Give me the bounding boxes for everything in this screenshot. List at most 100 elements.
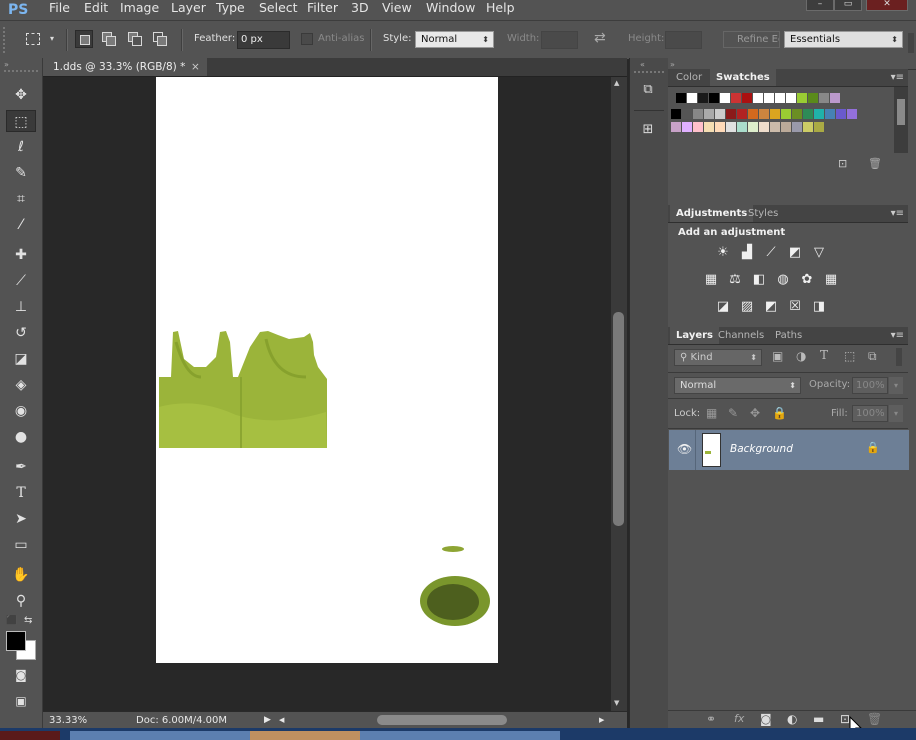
filter-smart-object-icon[interactable]: ⧉ xyxy=(868,349,877,364)
document-canvas[interactable] xyxy=(156,77,498,663)
collapse-arrows-icon[interactable]: » xyxy=(4,60,9,69)
color-swatch[interactable] xyxy=(792,109,802,119)
zoom-tool[interactable]: ⚲ xyxy=(6,590,36,612)
menu-help[interactable]: Help xyxy=(486,0,515,20)
add-selection-button[interactable] xyxy=(100,30,118,48)
menu-3d[interactable]: 3D xyxy=(351,0,369,20)
brush-tool[interactable]: ⟋ xyxy=(6,270,36,292)
close-window-button[interactable]: ✕ xyxy=(866,0,908,11)
posterize-icon[interactable]: ▨ xyxy=(738,299,756,315)
color-swatch[interactable] xyxy=(682,109,692,119)
color-swatch[interactable] xyxy=(720,93,730,103)
lock-all-icon[interactable]: 🔒 xyxy=(772,406,787,420)
panel-grip[interactable] xyxy=(634,71,664,73)
quick-select-tool[interactable]: ✎ xyxy=(6,162,36,184)
color-swatch[interactable] xyxy=(748,109,758,119)
fill-input[interactable]: 100% xyxy=(852,405,888,422)
rect-marquee-tool[interactable]: ⬚ xyxy=(6,110,36,132)
invert-icon[interactable]: ◪ xyxy=(714,299,732,315)
blend-mode-select[interactable]: Normal ⬍ xyxy=(674,377,801,394)
color-swatch[interactable] xyxy=(676,93,686,103)
hue-saturation-icon[interactable]: ▦ xyxy=(702,272,720,288)
horizontal-scroll-thumb[interactable] xyxy=(377,715,507,725)
close-tab-icon[interactable]: × xyxy=(191,58,200,76)
color-swatch[interactable] xyxy=(764,93,774,103)
color-swatch[interactable] xyxy=(770,109,780,119)
color-swatch[interactable] xyxy=(731,93,741,103)
color-swatch[interactable] xyxy=(682,122,692,132)
rectangle-tool[interactable]: ▭ xyxy=(6,534,36,556)
subtract-selection-button[interactable] xyxy=(126,30,144,48)
tab-adjustments[interactable]: Adjustments xyxy=(670,205,754,222)
filter-adjustment-icon[interactable]: ◑ xyxy=(796,349,806,363)
filter-type-icon[interactable]: T xyxy=(820,348,828,362)
feather-input[interactable]: 0 px xyxy=(237,31,290,49)
color-swatch[interactable] xyxy=(737,109,747,119)
black-white-icon[interactable]: ◧ xyxy=(750,272,768,288)
opacity-input[interactable]: 100% xyxy=(852,377,888,394)
add-mask-icon[interactable]: ◙ xyxy=(760,712,772,726)
eraser-tool[interactable]: ◪ xyxy=(6,348,36,370)
taskbar-item[interactable] xyxy=(250,731,360,740)
new-group-icon[interactable]: ▬ xyxy=(813,712,824,726)
doc-size-info[interactable]: Doc: 6.00M/4.00M xyxy=(136,712,227,729)
new-adjustment-layer-icon[interactable]: ◐ xyxy=(787,712,797,726)
type-tool[interactable]: T xyxy=(6,482,36,504)
layer-kind-filter[interactable]: ⚲ Kind ⬍ xyxy=(674,349,762,366)
color-swatch[interactable] xyxy=(775,93,785,103)
menu-file[interactable]: File xyxy=(49,0,70,20)
trash-icon[interactable]: 🗑 xyxy=(867,712,882,726)
color-swatch[interactable] xyxy=(803,122,813,132)
color-swatch[interactable] xyxy=(847,109,857,119)
color-swatch[interactable] xyxy=(693,109,703,119)
color-swatch[interactable] xyxy=(759,122,769,132)
lock-position-icon[interactable]: ✥ xyxy=(750,406,760,420)
tab-paths[interactable]: Paths xyxy=(769,327,808,344)
color-swatch[interactable] xyxy=(698,93,708,103)
gradient-map-icon[interactable]: ◨ xyxy=(810,299,828,315)
color-swatch[interactable] xyxy=(737,122,747,132)
lasso-tool[interactable]: ℓ xyxy=(6,136,36,158)
color-swatch[interactable] xyxy=(726,122,736,132)
color-swatch[interactable] xyxy=(803,109,813,119)
layer-row-background[interactable]: 👁 Background 🔒 xyxy=(669,430,909,470)
panel-grip[interactable] xyxy=(4,70,38,72)
color-swatch[interactable] xyxy=(759,109,769,119)
vertical-scroll-thumb[interactable] xyxy=(613,312,624,526)
clone-stamp-tool[interactable]: ⊥ xyxy=(6,296,36,318)
color-swatch[interactable] xyxy=(671,122,681,132)
tab-styles[interactable]: Styles xyxy=(742,205,784,222)
color-swatch[interactable] xyxy=(814,122,824,132)
color-swatch[interactable] xyxy=(742,93,752,103)
default-colors-icon[interactable]: ⬛ xyxy=(6,616,17,626)
scroll-up-icon[interactable]: ▲ xyxy=(614,79,619,87)
new-swatch-icon[interactable]: ⊡ xyxy=(838,157,847,170)
taskbar-item[interactable] xyxy=(0,731,60,740)
filter-pixel-icon[interactable]: ▣ xyxy=(772,349,783,363)
paint-bucket-tool[interactable]: ◈ xyxy=(6,374,36,396)
color-swatch[interactable] xyxy=(781,109,791,119)
crop-tool[interactable]: ⌗ xyxy=(6,188,36,210)
panel-menu-icon[interactable]: ▾≡ xyxy=(891,205,904,222)
color-swatch[interactable] xyxy=(715,122,725,132)
menu-select[interactable]: Select xyxy=(259,0,298,20)
trash-icon[interactable]: 🗑 xyxy=(868,157,882,170)
intersect-selection-button[interactable] xyxy=(151,30,169,48)
refine-edge-button[interactable]: Refine Edge... xyxy=(723,31,780,48)
eye-visibility-icon[interactable]: 👁 xyxy=(677,442,692,456)
tab-color[interactable]: Color xyxy=(670,69,708,86)
levels-icon[interactable]: ▟ xyxy=(738,245,756,261)
move-tool[interactable]: ✥ xyxy=(6,84,36,106)
collapse-arrows-icon[interactable]: « xyxy=(640,60,645,69)
path-select-tool[interactable]: ➤ xyxy=(6,508,36,530)
screen-mode-icon[interactable]: ▣ xyxy=(6,690,36,712)
color-balance-icon[interactable]: ⚖ xyxy=(726,272,744,288)
pen-tool[interactable]: ✒ xyxy=(6,456,36,478)
healing-brush-tool[interactable]: ✚ xyxy=(6,244,36,266)
swatches-scrollbar[interactable] xyxy=(894,87,908,153)
selective-color-icon[interactable]: ☒ xyxy=(786,299,804,315)
color-swatch[interactable] xyxy=(671,109,681,119)
color-swatch[interactable] xyxy=(830,93,840,103)
color-swatch[interactable] xyxy=(786,93,796,103)
scroll-right-icon[interactable]: ▶ xyxy=(599,712,604,729)
